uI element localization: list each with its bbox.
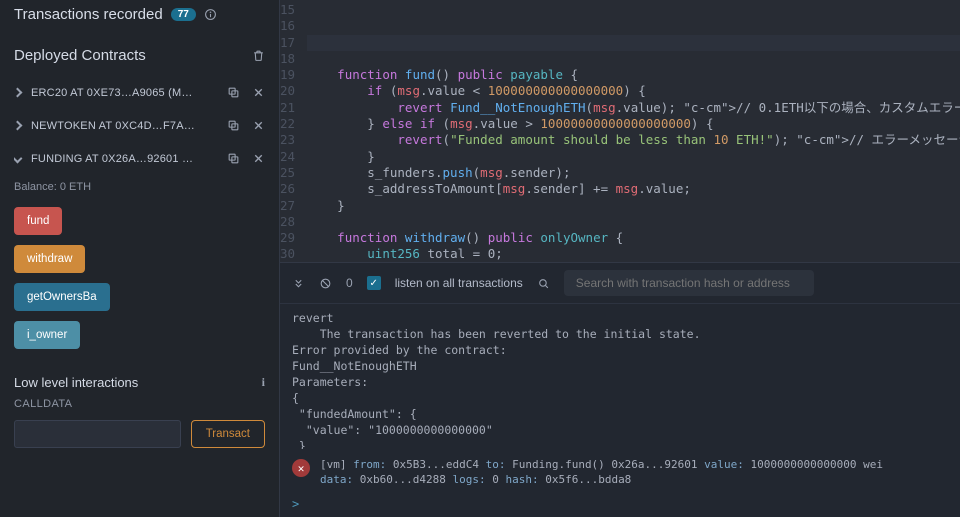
transactions-recorded-title: Transactions recorded	[14, 6, 163, 23]
contract-row-funding[interactable]: FUNDING AT 0X26A…92601 (ME	[0, 142, 279, 175]
contract-row-newtoken[interactable]: NEWTOKEN AT 0XC4D…F7AAE (!	[0, 109, 279, 142]
main: 15161718192021222324252627282930 functio…	[280, 0, 960, 517]
terminal-tx-summary[interactable]: ✕ [vm] from: 0x5B3...eddC4 to: Funding.f…	[280, 449, 960, 495]
transact-button[interactable]: Transact	[191, 420, 265, 448]
copy-icon[interactable]	[227, 152, 240, 165]
listen-label: listen on all transactions	[395, 276, 523, 290]
ban-icon[interactable]	[319, 277, 332, 290]
low-level-interactions-header: Low level interactions i	[0, 363, 279, 390]
info-icon[interactable]: i	[262, 375, 265, 390]
contracts-list: ERC20 AT 0XE73…A9065 (MEMO NEWTOKEN AT 0…	[0, 74, 279, 177]
function-buttons: fund withdraw getOwnersBa i_owner	[0, 203, 279, 363]
code-editor[interactable]: 15161718192021222324252627282930 functio…	[280, 0, 960, 262]
transactions-recorded-header: Transactions recorded 77	[0, 0, 279, 33]
iowner-button[interactable]: i_owner	[14, 321, 80, 349]
terminal-panel: 0 ✓ listen on all transactions revert Th…	[280, 262, 960, 517]
calldata-input[interactable]	[14, 420, 181, 448]
contract-label: NEWTOKEN AT 0XC4D…F7AAE (!	[31, 120, 196, 132]
collapse-icon[interactable]	[292, 277, 305, 290]
calldata-label: CALLDATA	[0, 390, 279, 414]
sidebar: Transactions recorded 77 Deployed Contra…	[0, 0, 280, 517]
terminal-prompt[interactable]: >	[280, 495, 960, 517]
search-icon[interactable]	[537, 277, 550, 290]
close-icon[interactable]	[252, 86, 265, 99]
code-content: function fund() public payable { if (msg…	[307, 51, 960, 262]
contract-label: FUNDING AT 0X26A…92601 (ME	[31, 153, 196, 165]
info-icon[interactable]	[204, 8, 217, 21]
terminal-search-input[interactable]	[564, 270, 814, 296]
deployed-contracts-header: Deployed Contracts	[0, 33, 279, 74]
close-icon[interactable]	[252, 119, 265, 132]
error-icon: ✕	[292, 459, 310, 477]
close-icon[interactable]	[252, 152, 265, 165]
line-gutter: 15161718192021222324252627282930	[280, 0, 307, 262]
terminal-log[interactable]: revert The transaction has been reverted…	[280, 304, 960, 449]
contract-label: ERC20 AT 0XE73…A9065 (MEMO	[31, 87, 196, 99]
fund-button[interactable]: fund	[14, 207, 62, 235]
terminal-toolbar: 0 ✓ listen on all transactions	[280, 263, 960, 304]
chevron-right-icon	[14, 88, 22, 98]
balance-label: Balance: 0 ETH	[0, 177, 279, 203]
lli-title: Low level interactions	[14, 375, 138, 390]
pending-count: 0	[346, 276, 353, 290]
withdraw-button[interactable]: withdraw	[14, 245, 85, 273]
active-line-highlight	[307, 35, 960, 51]
trash-icon[interactable]	[252, 49, 265, 62]
listen-checkbox[interactable]: ✓	[367, 276, 381, 290]
chevron-down-icon	[14, 154, 22, 164]
copy-icon[interactable]	[227, 86, 240, 99]
chevron-right-icon	[14, 121, 22, 131]
getownersba-button[interactable]: getOwnersBa	[14, 283, 110, 311]
deployed-contracts-title: Deployed Contracts	[14, 47, 146, 64]
transactions-count-badge: 77	[171, 8, 196, 21]
copy-icon[interactable]	[227, 119, 240, 132]
contract-row-erc20[interactable]: ERC20 AT 0XE73…A9065 (MEMO	[0, 76, 279, 109]
terminal-tx-text: [vm] from: 0x5B3...eddC4 to: Funding.fun…	[320, 457, 883, 487]
